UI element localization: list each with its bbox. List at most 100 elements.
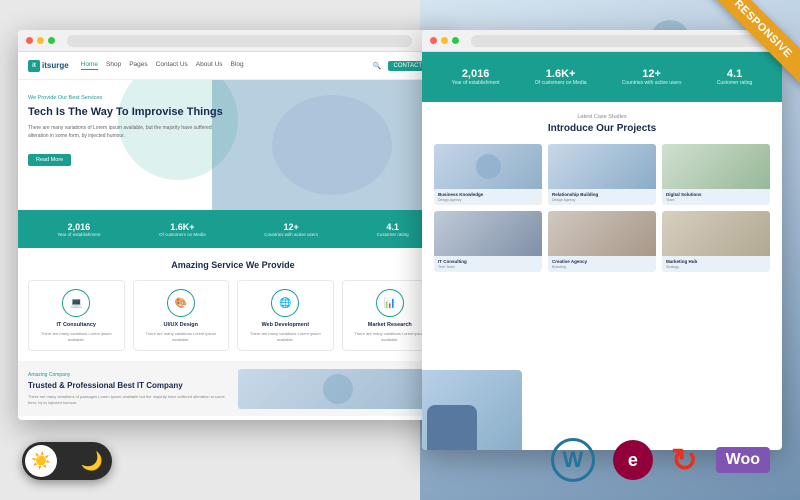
project-sublabel-2: Team (662, 198, 770, 205)
right-stat-customers: 1.6K+ Of customers on Media (535, 68, 587, 86)
search-icon[interactable]: 🔍 (373, 62, 382, 70)
project-image-2 (662, 144, 770, 189)
project-label-2: Digital Solutions (662, 189, 770, 198)
service-desc-0: There are many variations Lorem ipsum av… (35, 331, 118, 342)
refresh-logo: ↻ (671, 441, 698, 479)
project-card-0[interactable]: Business Knowledge Design Agency (434, 144, 542, 205)
refresh-icon: ↻ (671, 441, 698, 479)
project-image-3 (434, 211, 542, 256)
stat-year-number: 2,016 (57, 222, 100, 232)
bottom-preview: Amazing Company Trusted & Professional B… (18, 361, 448, 416)
nav-pages[interactable]: Pages (129, 61, 147, 70)
service-icon-0: 💻 (62, 289, 90, 317)
moon-icon: 🌙 (81, 451, 103, 472)
hero-title: Tech Is The Way To Improvise Things (28, 105, 228, 119)
browser-dot-yellow (37, 37, 44, 44)
left-browser-mockup: ⚙ ★ it itsurge Home Shop Pages Contact U… (18, 30, 448, 420)
hero-tag: We Provide Our Best Services (28, 95, 228, 101)
services-grid: 💻 IT Consultancy There are many variatio… (28, 280, 438, 351)
service-icon-1: 🎨 (167, 289, 195, 317)
nav-shop[interactable]: Shop (106, 61, 121, 70)
stats-bar: 2,016 Year of establishment 1.6K+ Of cus… (18, 210, 448, 248)
project-sublabel-5: Strategy (662, 265, 770, 272)
project-label-1: Relationship Building (548, 189, 656, 198)
stat-customers-label: Of customers on Media (159, 232, 206, 237)
bottom-title: Trusted & Professional Best IT Company (28, 381, 228, 391)
project-card-3[interactable]: IT Consulting Tech Team (434, 211, 542, 272)
nav-home[interactable]: Home (81, 61, 98, 70)
dark-mode-toggle[interactable]: ☀️ 🌙 (22, 442, 112, 480)
right-browser-dot-yellow (441, 37, 448, 44)
stat-rating-number: 4.1 (377, 222, 409, 232)
browser-dot-green (48, 37, 55, 44)
browser-chrome-left: ⚙ ★ (18, 30, 448, 52)
responsive-badge-text: RESPONSIVE (705, 0, 800, 87)
service-name-1: UI/UX Design (140, 322, 223, 328)
nav-blog[interactable]: Blog (231, 61, 244, 70)
stat-year: 2,016 Year of establishment (57, 222, 100, 237)
hero-read-more-button[interactable]: Read More (28, 154, 71, 166)
hero-description: There are many variations of Lorem ipsum… (28, 125, 228, 140)
services-section: Amazing Service We Provide 💻 IT Consulta… (18, 248, 448, 361)
main-container: ⚙ ★ it itsurge Home Shop Pages Contact U… (0, 0, 800, 500)
service-desc-1: There are many variations Lorem ipsum av… (140, 331, 223, 342)
project-sublabel-0: Design Agency (434, 198, 542, 205)
elementor-logo: e (613, 440, 653, 480)
stat-rating-label: Customer rating (377, 232, 409, 237)
project-card-5[interactable]: Marketing Hub Strategy (662, 211, 770, 272)
project-card-2[interactable]: Digital Solutions Team (662, 144, 770, 205)
person-overlay (422, 370, 522, 450)
hero-section: We Provide Our Best Services Tech Is The… (18, 80, 448, 210)
toggle-light-indicator: ☀️ (25, 445, 57, 477)
right-stat-countries-label: Countries with active users (622, 80, 682, 86)
service-icon-2: 🌐 (271, 289, 299, 317)
sun-icon: ☀️ (31, 451, 51, 471)
project-image-4 (548, 211, 656, 256)
service-name-3: Market Research (349, 322, 432, 328)
project-sublabel-4: Branding (548, 265, 656, 272)
wordpress-icon: W (551, 438, 595, 482)
hero-background-image (212, 80, 449, 210)
bottom-content: Amazing Company Trusted & Professional B… (28, 372, 228, 406)
stat-countries-label: Countries with active users (264, 232, 318, 237)
nav-about[interactable]: About Us (196, 61, 223, 70)
elementor-icon: e (613, 440, 653, 480)
right-stat-customers-num: 1.6K+ (535, 68, 587, 80)
site-navigation: it itsurge Home Shop Pages Contact Us Ab… (18, 52, 448, 80)
stat-customers-number: 1.6K+ (159, 222, 206, 232)
woocommerce-icon: Woo (716, 447, 770, 473)
project-label-3: IT Consulting (434, 256, 542, 265)
logo-icon: it (28, 60, 40, 72)
project-card-1[interactable]: Relationship Building Design Agency (548, 144, 656, 205)
service-card-0: 💻 IT Consultancy There are many variatio… (28, 280, 125, 351)
project-card-4[interactable]: Creative Agency Branding (548, 211, 656, 272)
bottom-image (238, 369, 438, 409)
stat-year-label: Year of establishment (57, 232, 100, 237)
right-stat-countries-num: 12+ (622, 68, 682, 80)
responsive-badge: RESPONSIVE (685, 0, 800, 115)
wordpress-logo: W (551, 438, 595, 482)
service-desc-2: There are many variations Lorem ipsum av… (244, 331, 327, 342)
project-image-1 (548, 144, 656, 189)
projects-grid: Business Knowledge Design Agency Relatio… (434, 144, 770, 272)
right-stat-customers-label: Of customers on Media (535, 80, 587, 86)
browser-dot-red (26, 37, 33, 44)
bottom-tag: Amazing Company (28, 372, 228, 378)
browser-url-bar (67, 35, 412, 47)
right-stat-year: 2,016 Year of establishment (452, 68, 500, 86)
project-image-0 (434, 144, 542, 189)
hero-content: We Provide Our Best Services Tech Is The… (28, 95, 228, 166)
nav-contact[interactable]: Contact Us (156, 61, 188, 70)
right-stat-year-label: Year of establishment (452, 80, 500, 86)
right-browser-dot-red (430, 37, 437, 44)
service-icon-3: 📊 (376, 289, 404, 317)
service-name-0: IT Consultancy (35, 322, 118, 328)
service-desc-3: There are many variations Lorem ipsum av… (349, 331, 432, 342)
project-sublabel-3: Tech Team (434, 265, 542, 272)
nav-links[interactable]: Home Shop Pages Contact Us About Us Blog (81, 61, 244, 70)
service-name-2: Web Development (244, 322, 327, 328)
stat-countries: 12+ Countries with active users (264, 222, 318, 237)
right-stat-year-num: 2,016 (452, 68, 500, 80)
project-image-5 (662, 211, 770, 256)
project-label-4: Creative Agency (548, 256, 656, 265)
